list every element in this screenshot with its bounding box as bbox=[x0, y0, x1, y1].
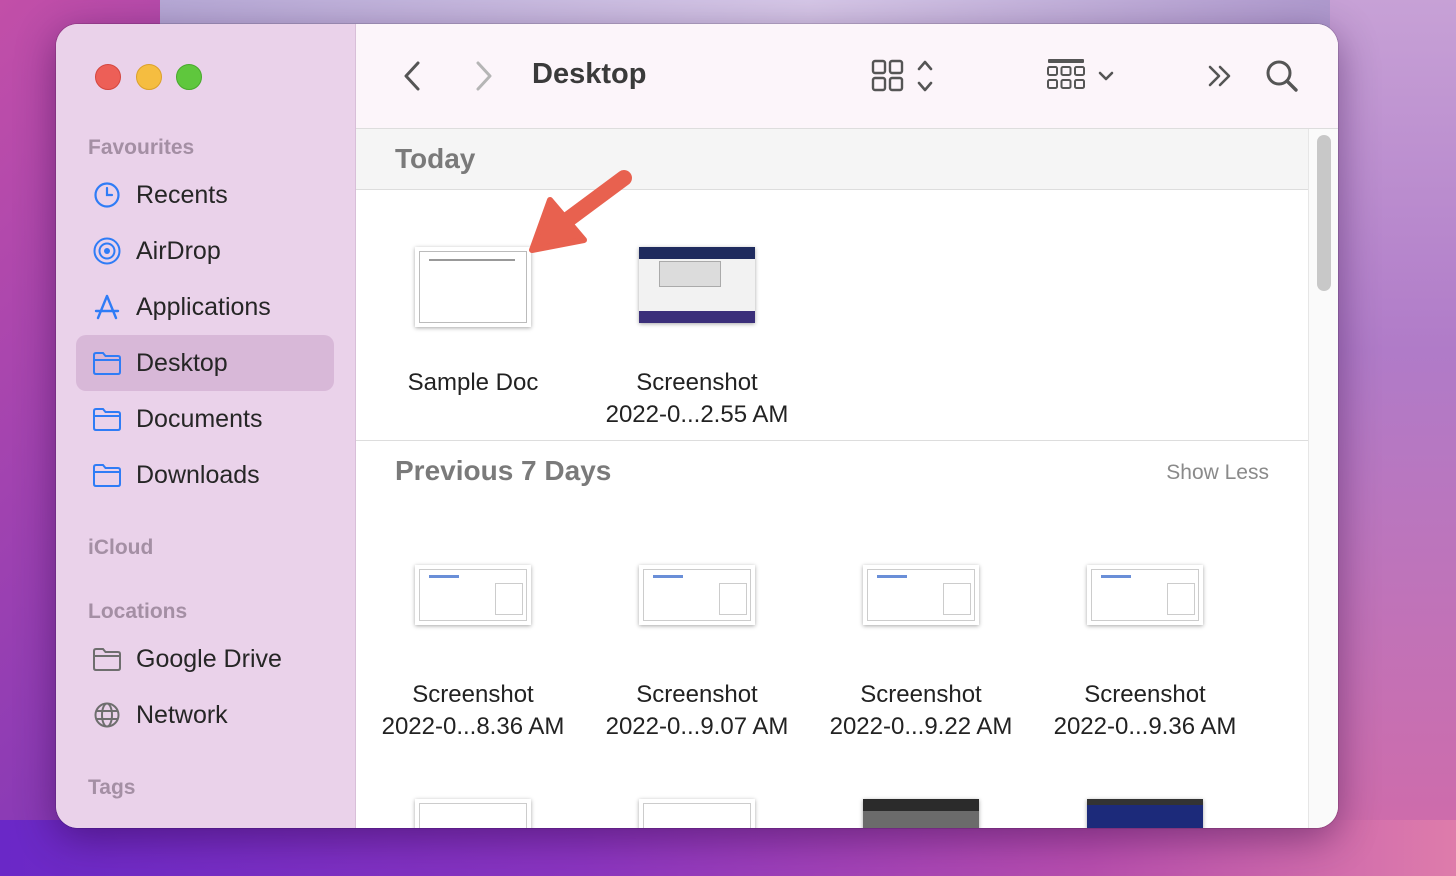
wallpaper-bottom bbox=[0, 820, 1456, 876]
icon-view-icon bbox=[871, 59, 933, 92]
file-content-area: Today Sample Doc Screenshot 2022-0...2.5… bbox=[356, 129, 1308, 828]
folder-icon bbox=[92, 404, 122, 434]
file-item[interactable]: Screenshot 2022-0...9.07 AM bbox=[585, 565, 809, 743]
file-name-line1: Screenshot bbox=[636, 681, 758, 708]
group-title: Previous 7 Days bbox=[395, 455, 612, 486]
forward-button[interactable] bbox=[466, 56, 502, 96]
vertical-scrollbar[interactable] bbox=[1308, 129, 1338, 828]
screenshot-thumbnail bbox=[415, 565, 531, 625]
sidebar-item-recents[interactable]: Recents bbox=[76, 167, 334, 223]
file-name-line2: 2022-0...2.55 AM bbox=[605, 401, 789, 428]
chevron-left-icon bbox=[404, 61, 420, 91]
file-item[interactable]: Screenshot 2022-0...2.55 AM bbox=[585, 247, 809, 431]
file-name-line2: 2022-0...9.22 AM bbox=[829, 713, 1013, 740]
sidebar-section-favourites: Favourites bbox=[88, 136, 195, 159]
screenshot-thumbnail-partial[interactable] bbox=[1087, 799, 1203, 828]
sidebar-item-network[interactable]: Network bbox=[76, 687, 334, 743]
sidebar-item-label: Desktop bbox=[136, 348, 228, 377]
screenshot-thumbnail bbox=[639, 565, 755, 625]
sidebar-item-airdrop[interactable]: AirDrop bbox=[76, 223, 334, 279]
file-name-line1: Screenshot bbox=[412, 681, 534, 708]
double-chevron-right-icon bbox=[1208, 65, 1231, 87]
file-name-line1: Screenshot bbox=[636, 369, 758, 396]
file-name-line1: Sample Doc bbox=[407, 369, 539, 396]
drive-folder-icon bbox=[92, 644, 122, 674]
sidebar-item-label: Downloads bbox=[136, 460, 260, 489]
group-header-today: Today bbox=[356, 129, 1308, 190]
annotation-arrow-icon bbox=[529, 170, 632, 253]
document-thumbnail bbox=[415, 247, 531, 327]
airdrop-icon bbox=[92, 236, 122, 266]
file-name-line1: Screenshot bbox=[860, 681, 982, 708]
folder-icon bbox=[92, 460, 122, 490]
group-icon bbox=[1047, 59, 1114, 89]
group-title: Today bbox=[395, 143, 476, 174]
back-button[interactable] bbox=[394, 56, 430, 96]
file-name-line2: 2022-0...9.07 AM bbox=[605, 713, 789, 740]
screenshot-thumbnail bbox=[1087, 565, 1203, 625]
sidebar-item-label: Applications bbox=[136, 292, 271, 321]
screenshot-thumbnail bbox=[863, 565, 979, 625]
scrollbar-thumb[interactable] bbox=[1317, 135, 1331, 291]
file-name-line2: 2022-0...9.36 AM bbox=[1053, 713, 1237, 740]
chevron-right-icon bbox=[476, 61, 492, 91]
clock-icon bbox=[92, 180, 122, 210]
screenshot-thumbnail-partial[interactable] bbox=[863, 799, 979, 828]
sidebar-item-label: Network bbox=[136, 700, 228, 729]
sidebar-item-downloads[interactable]: Downloads bbox=[76, 447, 334, 503]
screenshot-thumbnail-partial[interactable] bbox=[415, 799, 531, 828]
sidebar-section-locations: Locations bbox=[88, 600, 188, 623]
sidebar-item-label: AirDrop bbox=[136, 236, 221, 265]
screenshot-thumbnail-partial[interactable] bbox=[639, 799, 755, 828]
applications-icon bbox=[92, 292, 122, 322]
folder-icon bbox=[92, 348, 122, 378]
finder-window: Favourites Recents AirDrop Applications … bbox=[56, 24, 1338, 828]
file-item[interactable]: Screenshot 2022-0...9.22 AM bbox=[809, 565, 1033, 743]
sidebar-item-google-drive[interactable]: Google Drive bbox=[76, 631, 334, 687]
globe-icon bbox=[92, 700, 122, 730]
sidebar-section-tags: Tags bbox=[88, 776, 136, 799]
group-by-button[interactable] bbox=[1044, 54, 1120, 98]
file-item[interactable]: Screenshot 2022-0...9.36 AM bbox=[1033, 565, 1257, 743]
minimize-window-button[interactable] bbox=[136, 64, 162, 90]
search-icon bbox=[1266, 60, 1298, 92]
main-area: Desktop Today Sample Doc Screenshot 2022… bbox=[356, 24, 1338, 828]
file-name-line1: Screenshot bbox=[1084, 681, 1206, 708]
sidebar-item-applications[interactable]: Applications bbox=[76, 279, 334, 335]
sidebar-item-documents[interactable]: Documents bbox=[76, 391, 334, 447]
search-button[interactable] bbox=[1262, 56, 1302, 96]
wallpaper-right bbox=[1330, 0, 1456, 876]
toolbar: Desktop bbox=[356, 24, 1338, 129]
sidebar-item-label: Google Drive bbox=[136, 644, 282, 673]
file-item[interactable]: Screenshot 2022-0...8.36 AM bbox=[361, 565, 585, 743]
file-item[interactable]: Sample Doc bbox=[361, 247, 585, 399]
file-name-line2: 2022-0...8.36 AM bbox=[381, 713, 565, 740]
more-toolbar-button[interactable] bbox=[1202, 58, 1238, 94]
sidebar-item-label: Documents bbox=[136, 404, 263, 433]
sidebar: Favourites Recents AirDrop Applications … bbox=[56, 24, 356, 828]
sidebar-item-desktop[interactable]: Desktop bbox=[76, 335, 334, 391]
window-title: Desktop bbox=[532, 58, 647, 90]
screenshot-thumbnail bbox=[639, 247, 755, 323]
sidebar-item-label: Recents bbox=[136, 180, 228, 209]
view-mode-button[interactable] bbox=[868, 54, 940, 98]
sidebar-section-icloud: iCloud bbox=[88, 536, 154, 559]
close-window-button[interactable] bbox=[95, 64, 121, 90]
zoom-window-button[interactable] bbox=[176, 64, 202, 90]
show-less-button[interactable]: Show Less bbox=[1166, 461, 1269, 485]
group-header-previous: Previous 7 Days Show Less bbox=[356, 441, 1308, 501]
